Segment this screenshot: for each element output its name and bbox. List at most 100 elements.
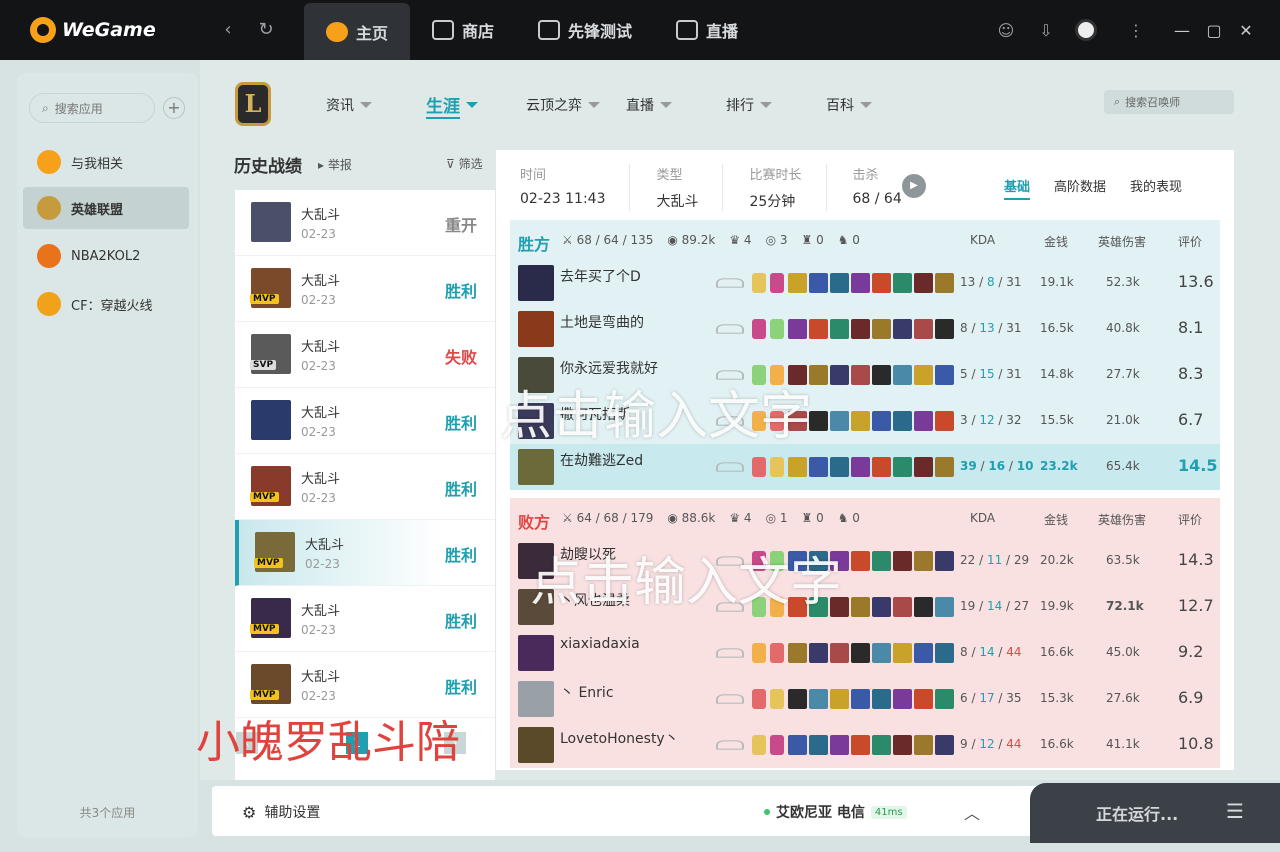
col-header-dmg[interactable]: 英雄伤害 [1098,511,1146,528]
stat-icon: ◎ [765,233,780,247]
report-link[interactable]: ▸ 举报 [318,156,352,173]
team-stat-value: 4 [743,511,752,525]
deaths: 15 [979,367,995,381]
detail-tab-2[interactable]: 我的表现 [1130,176,1182,200]
download-icon[interactable]: ⇩ [1026,21,1066,40]
sidebar-item-cf[interactable]: CF：穿越火线 [23,283,189,325]
col-header-kda[interactable]: KDA [970,511,995,525]
close-icon[interactable]: ✕ [1230,21,1262,40]
history-row[interactable]: 大乱斗 02-23 重开 [235,190,495,256]
match-mode: 大乱斗 [301,670,341,685]
damage-value: 27.6k [1106,691,1140,705]
back-icon[interactable]: ‹ [216,18,240,42]
sidebar-item-nba2kol2[interactable]: NBA2KOL2 [23,235,189,277]
assist-settings-button[interactable]: ⚙ 辅助设置 [242,802,320,822]
col-header-dmg[interactable]: 英雄伤害 [1098,233,1146,250]
history-row[interactable]: SVP 大乱斗 02-23 失败 [235,322,495,388]
player-name[interactable]: 土地是弯曲的 [560,312,644,332]
match-mode: 大乱斗 [301,208,341,223]
text-overlay-1[interactable]: 点击输入文字 [500,374,812,449]
search-app-input[interactable]: ⌕ 搜索应用 [29,93,155,123]
summoner-search-input[interactable]: ⌕ 搜索召唤师 [1104,90,1234,114]
item-icon [788,273,807,293]
item-icon [809,643,828,663]
kda-value: 3 / 12 / 32 [960,413,1022,427]
player-row[interactable]: 丶 Enric 6 / 17 / 35 15.3k 27.6k 6.9 [510,676,1220,722]
history-row[interactable]: MVP 大乱斗 02-23 胜利 [235,520,495,586]
server-status[interactable]: 艾欧尼亚 电信 41ms [764,802,907,822]
deaths: 17 [979,691,995,705]
nav-item-2[interactable]: 云顶之弈 [526,90,626,120]
replay-button[interactable]: ▶ [902,174,926,198]
add-app-button[interactable]: + [163,97,185,119]
running-button[interactable]: 正在运行... ☰ [1030,783,1280,843]
wegame-logo[interactable]: WeGame [30,14,156,46]
nav-item-1[interactable]: 生涯 [426,90,526,120]
player-name[interactable]: xiaxiadaxia [560,636,640,652]
kda-value: 19 / 14 / 27 [960,599,1030,613]
item-icon [935,411,954,431]
menu-icon[interactable]: ☰ [1226,799,1244,823]
player-name[interactable]: 去年买了个D [560,266,641,286]
minimize-icon[interactable]: — [1166,21,1198,40]
player-name[interactable]: LovetoHonesty丶 [560,728,679,748]
tab-pioneer-test[interactable]: 先锋测试 [516,0,654,60]
damage-value: 40.8k [1106,321,1140,335]
player-row[interactable]: 土地是弯曲的 8 / 13 / 31 16.5k 40.8k 8.1 [510,306,1220,352]
history-row[interactable]: MVP 大乱斗 02-23 胜利 [235,586,495,652]
related-icon [37,150,61,174]
col-header-kda[interactable]: KDA [970,233,995,247]
team-stat-2: ♛ 4 [729,511,751,525]
col-header-score[interactable]: 评价 [1178,233,1202,250]
maximize-icon[interactable]: ▢ [1198,21,1230,40]
item-icon [851,597,870,617]
item-icon [830,319,849,339]
text-overlay-2[interactable]: 点击输入文字 [530,540,842,615]
damage-value: 63.5k [1106,553,1140,567]
sidebar-item-related[interactable]: 与我相关 [23,141,189,183]
kills: 22 [960,553,976,567]
player-name[interactable]: 丶 Enric [560,682,614,702]
match-mode: 大乱斗 [305,538,345,553]
player-row[interactable]: xiaxiadaxia 8 / 14 / 44 16.6k 45.0k 9.2 [510,630,1220,676]
sidebar-item-lol[interactable]: 英雄联盟 [23,187,189,229]
chevron-down-icon [588,102,600,108]
player-name[interactable]: 在劫難逃Zed [560,450,643,470]
player-row[interactable]: LovetoHonesty丶 9 / 12 / 44 16.6k 41.1k 10.8 [510,722,1220,768]
refresh-icon[interactable]: ↻ [254,18,278,42]
champion-avatar [251,202,291,242]
detail-tab-1[interactable]: 高阶数据 [1054,176,1106,200]
top-tabs: 主页 商店 先锋测试 直播 [304,0,760,60]
detail-tab-0[interactable]: 基础 [1004,176,1031,200]
tab-store[interactable]: 商店 [410,0,516,60]
damage-value: 72.1k [1106,599,1144,613]
col-header-score[interactable]: 评价 [1178,511,1202,528]
tab-home[interactable]: 主页 [304,3,411,60]
tab-live[interactable]: 直播 [654,0,760,60]
nav-item-3[interactable]: 直播 [626,90,726,120]
assists: 31 [1006,367,1022,381]
deaths: 11 [986,553,1003,567]
history-row[interactable]: MVP 大乱斗 02-23 胜利 [235,454,495,520]
item-slots [788,365,954,385]
spell-icon [770,457,784,477]
summoner-spells [752,735,784,755]
item-slots [788,689,954,709]
chevron-up-icon[interactable]: ︿ [964,800,980,824]
history-row[interactable]: 大乱斗 02-23 胜利 [235,388,495,454]
player-row[interactable]: 去年买了个D 13 / 8 / 31 19.1k 52.3k 13.6 [510,260,1220,306]
rank-wings-icon [716,648,744,658]
item-icon [935,551,954,571]
nav-item-4[interactable]: 排行 [726,90,826,120]
nav-item-0[interactable]: 资讯 [326,90,426,120]
history-row[interactable]: MVP 大乱斗 02-23 胜利 [235,256,495,322]
more-icon[interactable]: ⋮ [1106,21,1166,40]
deaths: 14 [986,599,1003,613]
item-icon [914,457,933,477]
player-row[interactable]: 在劫難逃Zed 39 / 16 / 10 23.2k 65.4k 14.5 [510,444,1220,490]
filter-button[interactable]: ⊽ 筛选 [446,155,483,172]
user-avatar[interactable] [1066,19,1106,41]
nav-item-5[interactable]: 百科 [826,90,926,120]
item-icon [872,597,891,617]
chat-icon[interactable]: ☺ [986,21,1026,40]
